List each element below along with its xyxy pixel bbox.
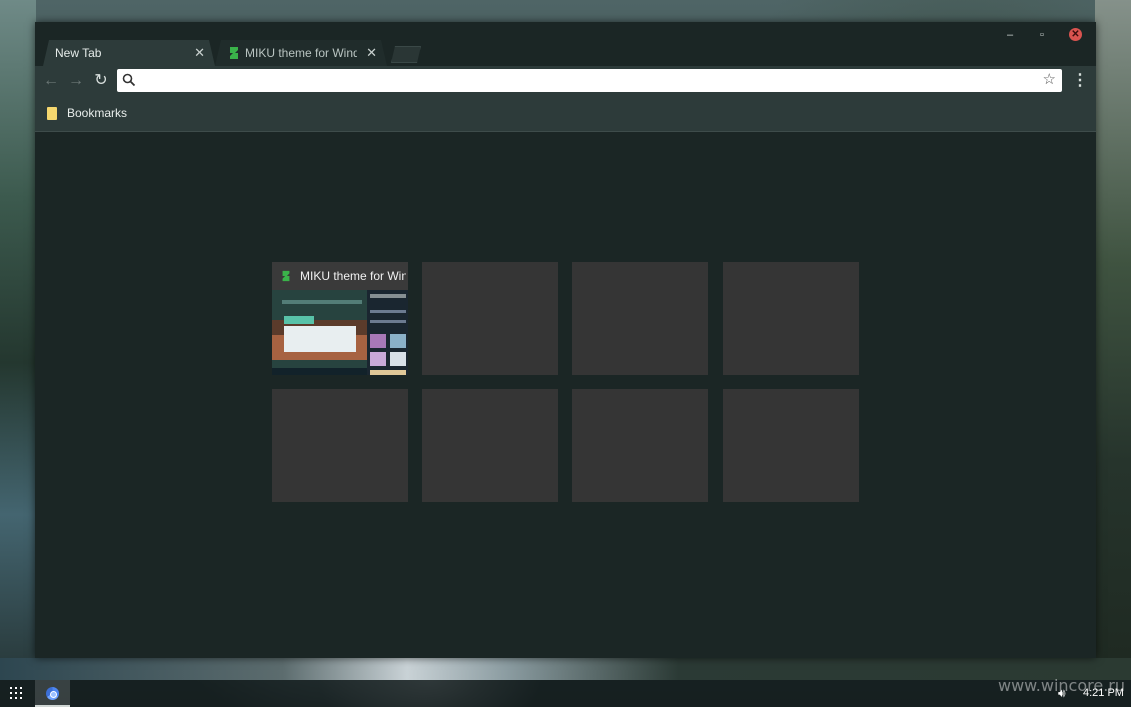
window-close-button[interactable]: ✕ [1069,28,1082,41]
reload-button[interactable]: ↻ [91,71,111,91]
menu-dots-icon[interactable]: ⋮ [1072,71,1088,91]
address-input[interactable] [139,71,1033,91]
close-icon[interactable]: ✕ [194,45,205,61]
desktop-wallpaper-lake [0,658,1131,680]
thumbnail-image [272,290,408,375]
desktop-wallpaper-left [0,0,36,660]
watermark: www.wincore.ru [998,676,1126,695]
close-icon[interactable]: ✕ [366,45,377,61]
titlebar: New Tab ✕ MIKU theme for Windows ✕ – ▫ ✕ [35,22,1096,66]
apps-grid-icon[interactable] [10,687,22,699]
taskbar: 🔊︎ 4:21 PM [0,680,1131,707]
tab-new-tab[interactable]: New Tab ✕ [43,40,215,66]
deviantart-favicon-icon [282,270,290,282]
bookmark-folder-bookmarks[interactable]: Bookmarks [47,106,127,120]
new-tab-page: MIKU theme for Windows [35,132,1096,658]
forward-button[interactable]: → [66,71,86,91]
arrow-right-icon: → [68,72,84,89]
bookmarks-bar: Bookmarks [35,96,1096,132]
empty-tile [572,262,708,375]
desktop-wallpaper-right [1095,0,1131,660]
tile-thumbnail [272,290,408,375]
tab-label: MIKU theme for Windows [245,46,357,60]
empty-tile [422,262,558,375]
bookmark-label: Bookmarks [67,106,128,120]
reload-icon: ↻ [94,72,108,89]
new-tab-button[interactable] [391,46,421,63]
back-button[interactable]: ← [41,71,61,91]
tile-header: MIKU theme for Windows [272,262,408,290]
maximize-button[interactable]: ▫ [1033,28,1051,42]
omnibox[interactable]: ☆ [117,69,1062,92]
minimize-button[interactable]: – [1001,28,1019,42]
tile-title: MIKU theme for Windows [300,269,406,283]
arrow-left-icon: ← [43,72,59,89]
folder-icon [47,106,57,120]
empty-tile [422,389,558,502]
deviantart-favicon-icon [227,46,241,60]
empty-tile [723,262,859,375]
tab-label: New Tab [55,46,102,60]
tab-miku-theme[interactable]: MIKU theme for Windows ✕ [215,40,387,66]
empty-tile [723,389,859,502]
chrome-icon [46,687,59,700]
toolbar: ← → ↻ ☆ ⋮ [35,66,1096,96]
search-icon [122,73,136,87]
chrome-shelf-button[interactable] [35,680,70,707]
empty-tile [272,389,408,502]
empty-tile [572,389,708,502]
most-visited-tile[interactable]: MIKU theme for Windows [272,262,408,375]
browser-window: New Tab ✕ MIKU theme for Windows ✕ – ▫ ✕… [35,22,1096,658]
star-icon[interactable]: ☆ [1043,71,1056,89]
